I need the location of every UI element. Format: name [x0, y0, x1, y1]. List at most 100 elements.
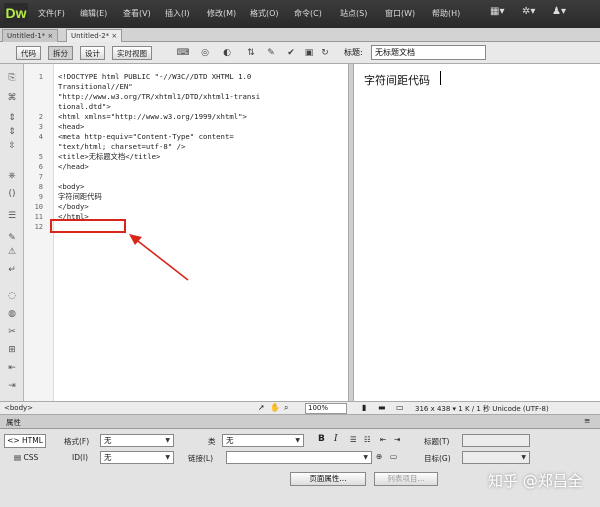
tag-selector[interactable]: <body>: [4, 404, 33, 412]
point-to-file-icon[interactable]: ⊕: [376, 452, 382, 461]
chevron-down-icon: ▼: [295, 437, 300, 444]
code-line: <title>无标题文档</title>: [58, 152, 161, 161]
highlight-invalid-code-icon[interactable]: ✎: [4, 232, 20, 244]
preview-icon[interactable]: ◐: [220, 47, 234, 59]
live-view-button[interactable]: 实时视图: [112, 46, 152, 60]
chevron-down-icon: ▼: [521, 454, 526, 461]
target-label: 目标(G): [424, 454, 451, 463]
line-number: 12: [34, 223, 43, 231]
recent-snippets-icon[interactable]: ⊞: [4, 344, 20, 356]
line-number: 3: [38, 123, 43, 131]
menu-window[interactable]: 窗口(W): [385, 8, 415, 19]
menu-command[interactable]: 命令(C): [294, 8, 322, 19]
bold-button[interactable]: B: [318, 434, 325, 444]
balance-braces-icon[interactable]: (): [4, 188, 20, 200]
link-label: 链接(L): [188, 454, 214, 463]
title-input[interactable]: 无标题文档: [371, 45, 486, 60]
design-view[interactable]: 字符间距代码: [354, 64, 600, 401]
code-line: tional.dtd">: [58, 102, 111, 111]
show-code-navigator-icon[interactable]: ⌘: [4, 92, 20, 104]
indent-icon[interactable]: ⇥: [394, 435, 400, 444]
zoom-tool-icon[interactable]: ⌕: [284, 403, 288, 413]
css-mode-button[interactable]: ▤ CSS: [14, 453, 38, 462]
panel-menu-icon[interactable]: ≡: [584, 416, 590, 425]
list-item-button[interactable]: 列表项目...: [374, 472, 438, 486]
italic-button[interactable]: I: [334, 434, 338, 444]
mobile-size-icon[interactable]: ▮: [362, 403, 366, 412]
title-attr-input[interactable]: [462, 434, 530, 447]
menu-format[interactable]: 格式(O): [250, 8, 279, 19]
design-text: 字符间距代码: [364, 74, 430, 87]
menu-modify[interactable]: 修改(M): [207, 8, 236, 19]
user-icon[interactable]: ♟▾: [552, 6, 566, 17]
html-mode-button[interactable]: <> HTML: [4, 434, 46, 448]
format-value: 无: [104, 436, 112, 445]
format-label: 格式(F): [64, 437, 90, 446]
menu-site[interactable]: 站点(S): [340, 8, 367, 19]
browse-folder-icon[interactable]: ▭: [390, 452, 397, 461]
link-input[interactable]: ▼: [226, 451, 372, 464]
collapse-full-tag-icon[interactable]: ⇕: [4, 112, 20, 124]
id-select[interactable]: 无 ▼: [100, 451, 174, 464]
coding-toolbar: ⎘ ⌘ ⇕ ⇕ ⇳ ⎈ () ☰ ✎ ⚠ ↵ ◌ ◍ ✂ ⊞ ⇤ ⇥: [0, 64, 24, 401]
multiscreen-icon[interactable]: ◎: [198, 47, 212, 59]
gear-icon[interactable]: ✲▾: [522, 6, 535, 17]
design-view-button[interactable]: 设计: [80, 46, 105, 60]
unordered-list-icon[interactable]: ☰: [350, 435, 357, 444]
validate-icon[interactable]: ▣: [302, 47, 316, 59]
word-wrap-icon[interactable]: ↵: [4, 264, 20, 276]
class-select[interactable]: 无 ▼: [222, 434, 304, 447]
open-documents-icon[interactable]: ⎘: [4, 72, 20, 84]
file-management-icon[interactable]: ⇅: [244, 47, 258, 59]
inspect-icon[interactable]: ⌨: [176, 47, 190, 59]
tab-untitled-2[interactable]: Untitled-2* ×: [66, 29, 123, 42]
check-icon[interactable]: ✔: [284, 47, 298, 59]
code-view-button[interactable]: 代码: [16, 46, 41, 60]
menu-view[interactable]: 查看(V): [123, 8, 151, 19]
collapse-selection-icon[interactable]: ⇕: [4, 126, 20, 138]
select-tool-icon[interactable]: ➚: [258, 403, 265, 412]
ordered-list-icon[interactable]: ☷: [364, 435, 371, 444]
code-line: <meta http-equiv="Content-Type" content=: [58, 132, 234, 141]
indent-code-icon[interactable]: ⇥: [4, 380, 20, 392]
layout-icon[interactable]: ▦▾: [490, 6, 504, 17]
code-line: <html xmlns="http://www.w3.org/1999/xhtm…: [58, 112, 247, 121]
properties-panel: <> HTML ▤ CSS 格式(F) 无 ▼ 类 无 ▼ B I ☰ ☷ ⇤ ⇥ …: [0, 429, 600, 507]
hand-tool-icon[interactable]: ✋: [270, 403, 280, 412]
chevron-down-icon: ▼: [363, 454, 368, 461]
line-number: 2: [38, 113, 43, 121]
page-properties-button[interactable]: 页面属性...: [290, 472, 366, 486]
split-view-button[interactable]: 拆分: [48, 46, 73, 60]
target-select[interactable]: ▼: [462, 451, 530, 464]
apply-comment-icon[interactable]: ◌: [4, 290, 20, 302]
select-parent-tag-icon[interactable]: ⎈: [4, 170, 20, 182]
expand-all-icon[interactable]: ⇳: [4, 140, 20, 152]
remove-comment-icon[interactable]: ◍: [4, 308, 20, 320]
line-numbers-icon[interactable]: ☰: [4, 210, 20, 222]
outdent-icon[interactable]: ⇤: [380, 435, 386, 444]
id-label: ID(I): [72, 453, 89, 462]
watermark-text: 知乎 @郑昌全: [488, 472, 583, 490]
visual-aids-icon[interactable]: ✎: [264, 47, 278, 59]
text-caret: [440, 71, 441, 85]
chevron-down-icon: ▼: [165, 437, 170, 444]
code-line: </body>: [58, 202, 89, 211]
tab-untitled-1[interactable]: Untitled-1* ×: [2, 29, 59, 42]
menu-help[interactable]: 帮助(H): [432, 8, 460, 19]
zoom-select[interactable]: 100%: [305, 403, 347, 414]
desktop-size-icon[interactable]: ▭: [396, 403, 404, 412]
wrap-tag-icon[interactable]: ✂: [4, 326, 20, 338]
syntax-error-icon[interactable]: ⚠: [4, 246, 20, 258]
tablet-size-icon[interactable]: ▬: [378, 403, 386, 412]
id-value: 无: [104, 453, 112, 462]
code-line: <head>: [58, 122, 85, 131]
menu-edit[interactable]: 编辑(E): [80, 8, 107, 19]
menu-file[interactable]: 文件(F): [38, 8, 65, 19]
menu-insert[interactable]: 插入(I): [165, 8, 190, 19]
line-number: 7: [38, 173, 43, 181]
document-tab-bar: Untitled-1* × Untitled-2* ×: [0, 28, 600, 42]
format-select[interactable]: 无 ▼: [100, 434, 174, 447]
refresh-icon[interactable]: ↻: [318, 47, 332, 59]
move-css-icon[interactable]: ⇤: [4, 362, 20, 374]
line-number: 5: [38, 153, 43, 161]
